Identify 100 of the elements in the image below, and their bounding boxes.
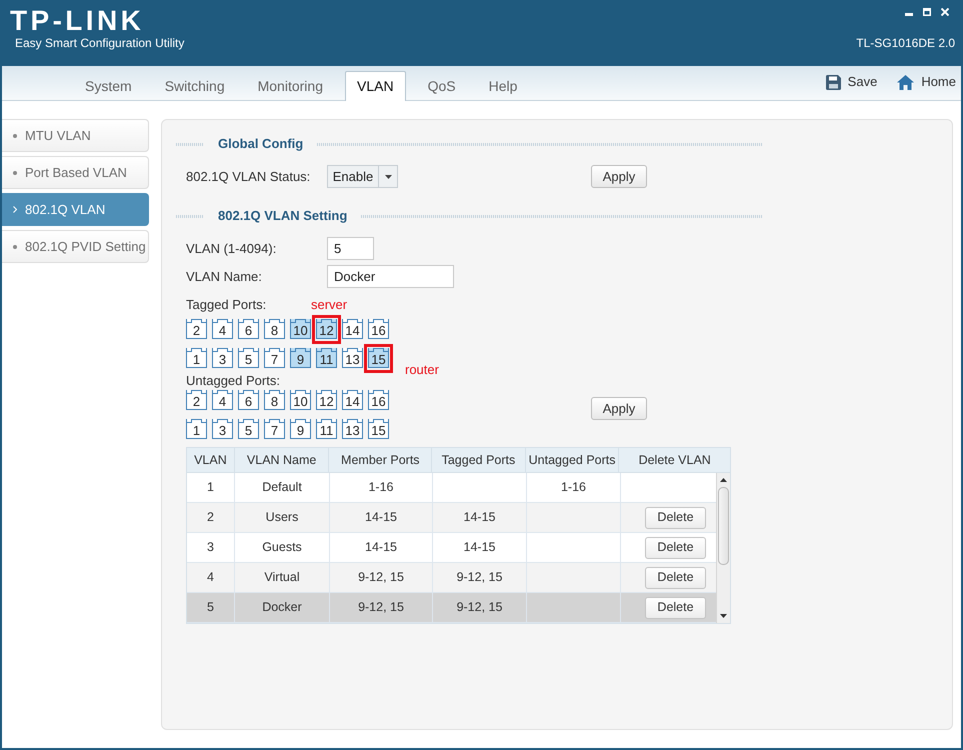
home-button[interactable]: Home <box>897 72 956 92</box>
table-cell: 14-15 <box>330 503 433 532</box>
table-cell: 1-16 <box>330 473 433 502</box>
port-notch-icon <box>291 319 310 324</box>
table-row[interactable]: 2 Users 14-15 14-15 Delete <box>187 503 716 533</box>
nav-tab[interactable]: Monitoring <box>246 72 334 101</box>
port-button[interactable]: 10 <box>290 319 311 339</box>
port-button[interactable]: 8 <box>264 319 285 339</box>
nav-tab[interactable]: Switching <box>154 72 236 101</box>
vlan-status-select[interactable]: Enable <box>327 165 398 188</box>
port-notch-icon <box>239 348 258 353</box>
port-button[interactable]: 13 <box>342 419 363 439</box>
port-button[interactable]: 7 <box>264 348 285 368</box>
bullet-icon <box>13 134 17 138</box>
save-button[interactable]: Save <box>826 72 878 92</box>
delete-button[interactable]: Delete <box>645 536 706 558</box>
apply-button[interactable]: Apply <box>591 165 647 188</box>
scroll-up-icon[interactable] <box>720 478 727 482</box>
port-button[interactable]: 6 <box>238 319 259 339</box>
table-cell: 5 <box>187 593 235 622</box>
table-row[interactable]: 1 Default 1-16 1-16 <box>187 473 716 503</box>
port-notch-icon <box>343 390 362 395</box>
column-header: Untagged Ports <box>526 448 620 472</box>
port-button[interactable]: 16 <box>368 390 389 410</box>
port-button[interactable]: 14 <box>342 390 363 410</box>
port-notch-icon <box>187 348 206 353</box>
table-cell: Virtual <box>235 563 330 592</box>
port-notch-icon <box>265 419 284 424</box>
vlan-id-field[interactable]: 5 <box>327 237 374 260</box>
port-button[interactable]: 11 <box>316 348 337 368</box>
field-label: Tagged Ports: <box>186 297 266 312</box>
port-notch-icon <box>317 419 336 424</box>
port-button[interactable]: 2 <box>186 319 207 339</box>
table-row[interactable]: 4 Virtual 9-12, 15 9-12, 15 Delete <box>187 563 716 593</box>
field-label: Untagged Ports: <box>186 373 280 388</box>
table-cell: 1-16 <box>527 473 621 502</box>
port-notch-icon <box>369 390 388 395</box>
port-button[interactable]: 15 <box>368 348 389 368</box>
sidebar-item[interactable]: 802.1Q VLAN <box>2 193 149 226</box>
nav-tab[interactable]: VLAN <box>344 71 406 101</box>
port-button[interactable]: 16 <box>368 319 389 339</box>
column-header: VLAN Name <box>234 448 330 472</box>
section-heading: Global Config <box>218 136 304 152</box>
column-header: Delete VLAN <box>638 452 712 469</box>
table-cell: Users <box>235 503 330 532</box>
port-button[interactable]: 1 <box>186 348 207 368</box>
port-button[interactable]: 15 <box>368 419 389 439</box>
table-cell: 9-12, 15 <box>330 593 433 622</box>
sidebar-item[interactable]: Port Based VLAN <box>2 156 149 189</box>
port-notch-icon <box>213 419 232 424</box>
nav-tab[interactable]: QoS <box>416 72 467 101</box>
port-notch-icon <box>265 390 284 395</box>
port-button[interactable]: 5 <box>238 419 259 439</box>
scroll-down-icon[interactable] <box>720 614 727 618</box>
bullet-icon <box>13 170 17 174</box>
port-notch-icon <box>369 319 388 324</box>
port-button[interactable]: 13 <box>342 348 363 368</box>
delete-button[interactable]: Delete <box>645 596 706 618</box>
apply-button[interactable]: Apply <box>591 397 647 420</box>
port-button[interactable]: 4 <box>212 319 233 339</box>
brand-logo: TP-LINK <box>10 7 144 35</box>
port-button[interactable]: 3 <box>212 419 233 439</box>
port-button[interactable]: 10 <box>290 390 311 410</box>
vlan-name-field[interactable]: Docker <box>327 265 454 288</box>
port-button[interactable]: 2 <box>186 390 207 410</box>
port-button[interactable]: 9 <box>290 419 311 439</box>
port-notch-icon <box>187 319 206 324</box>
port-notch-icon <box>187 419 206 424</box>
port-notch-icon <box>239 419 258 424</box>
port-button[interactable]: 1 <box>186 419 207 439</box>
column-header: VLAN <box>187 448 235 472</box>
annotation-label: router <box>405 362 439 377</box>
port-button[interactable]: 4 <box>212 390 233 410</box>
port-button[interactable]: 9 <box>290 348 311 368</box>
field-label: VLAN Name: <box>186 268 262 286</box>
port-button[interactable]: 5 <box>238 348 259 368</box>
port-notch-icon <box>317 390 336 395</box>
port-button[interactable]: 12 <box>316 390 337 410</box>
close-icon[interactable] <box>941 8 949 16</box>
maximize-icon[interactable] <box>923 8 931 16</box>
port-button[interactable]: 6 <box>238 390 259 410</box>
sidebar-item[interactable]: 802.1Q PVID Setting <box>2 230 149 263</box>
port-button[interactable]: 8 <box>264 390 285 410</box>
delete-button[interactable]: Delete <box>645 506 706 528</box>
table-cell: 3 <box>187 533 235 562</box>
scrollbar-thumb[interactable] <box>718 487 729 565</box>
port-button[interactable]: 11 <box>316 419 337 439</box>
nav-tab[interactable]: Help <box>478 72 528 101</box>
table-row[interactable]: 3 Guests 14-15 14-15 Delete <box>187 533 716 563</box>
delete-button[interactable]: Delete <box>645 566 706 588</box>
nav-tab[interactable]: System <box>74 72 143 101</box>
port-notch-icon <box>291 419 310 424</box>
field-label: 802.1Q VLAN Status: <box>186 168 310 186</box>
table-row[interactable]: 5 Docker 9-12, 15 9-12, 15 Delete <box>187 593 716 623</box>
port-button[interactable]: 3 <box>212 348 233 368</box>
port-button[interactable]: 14 <box>342 319 363 339</box>
port-button[interactable]: 7 <box>264 419 285 439</box>
sidebar-item[interactable]: MTU VLAN <box>2 119 149 152</box>
port-button[interactable]: 12 <box>316 319 337 339</box>
port-notch-icon <box>239 319 258 324</box>
